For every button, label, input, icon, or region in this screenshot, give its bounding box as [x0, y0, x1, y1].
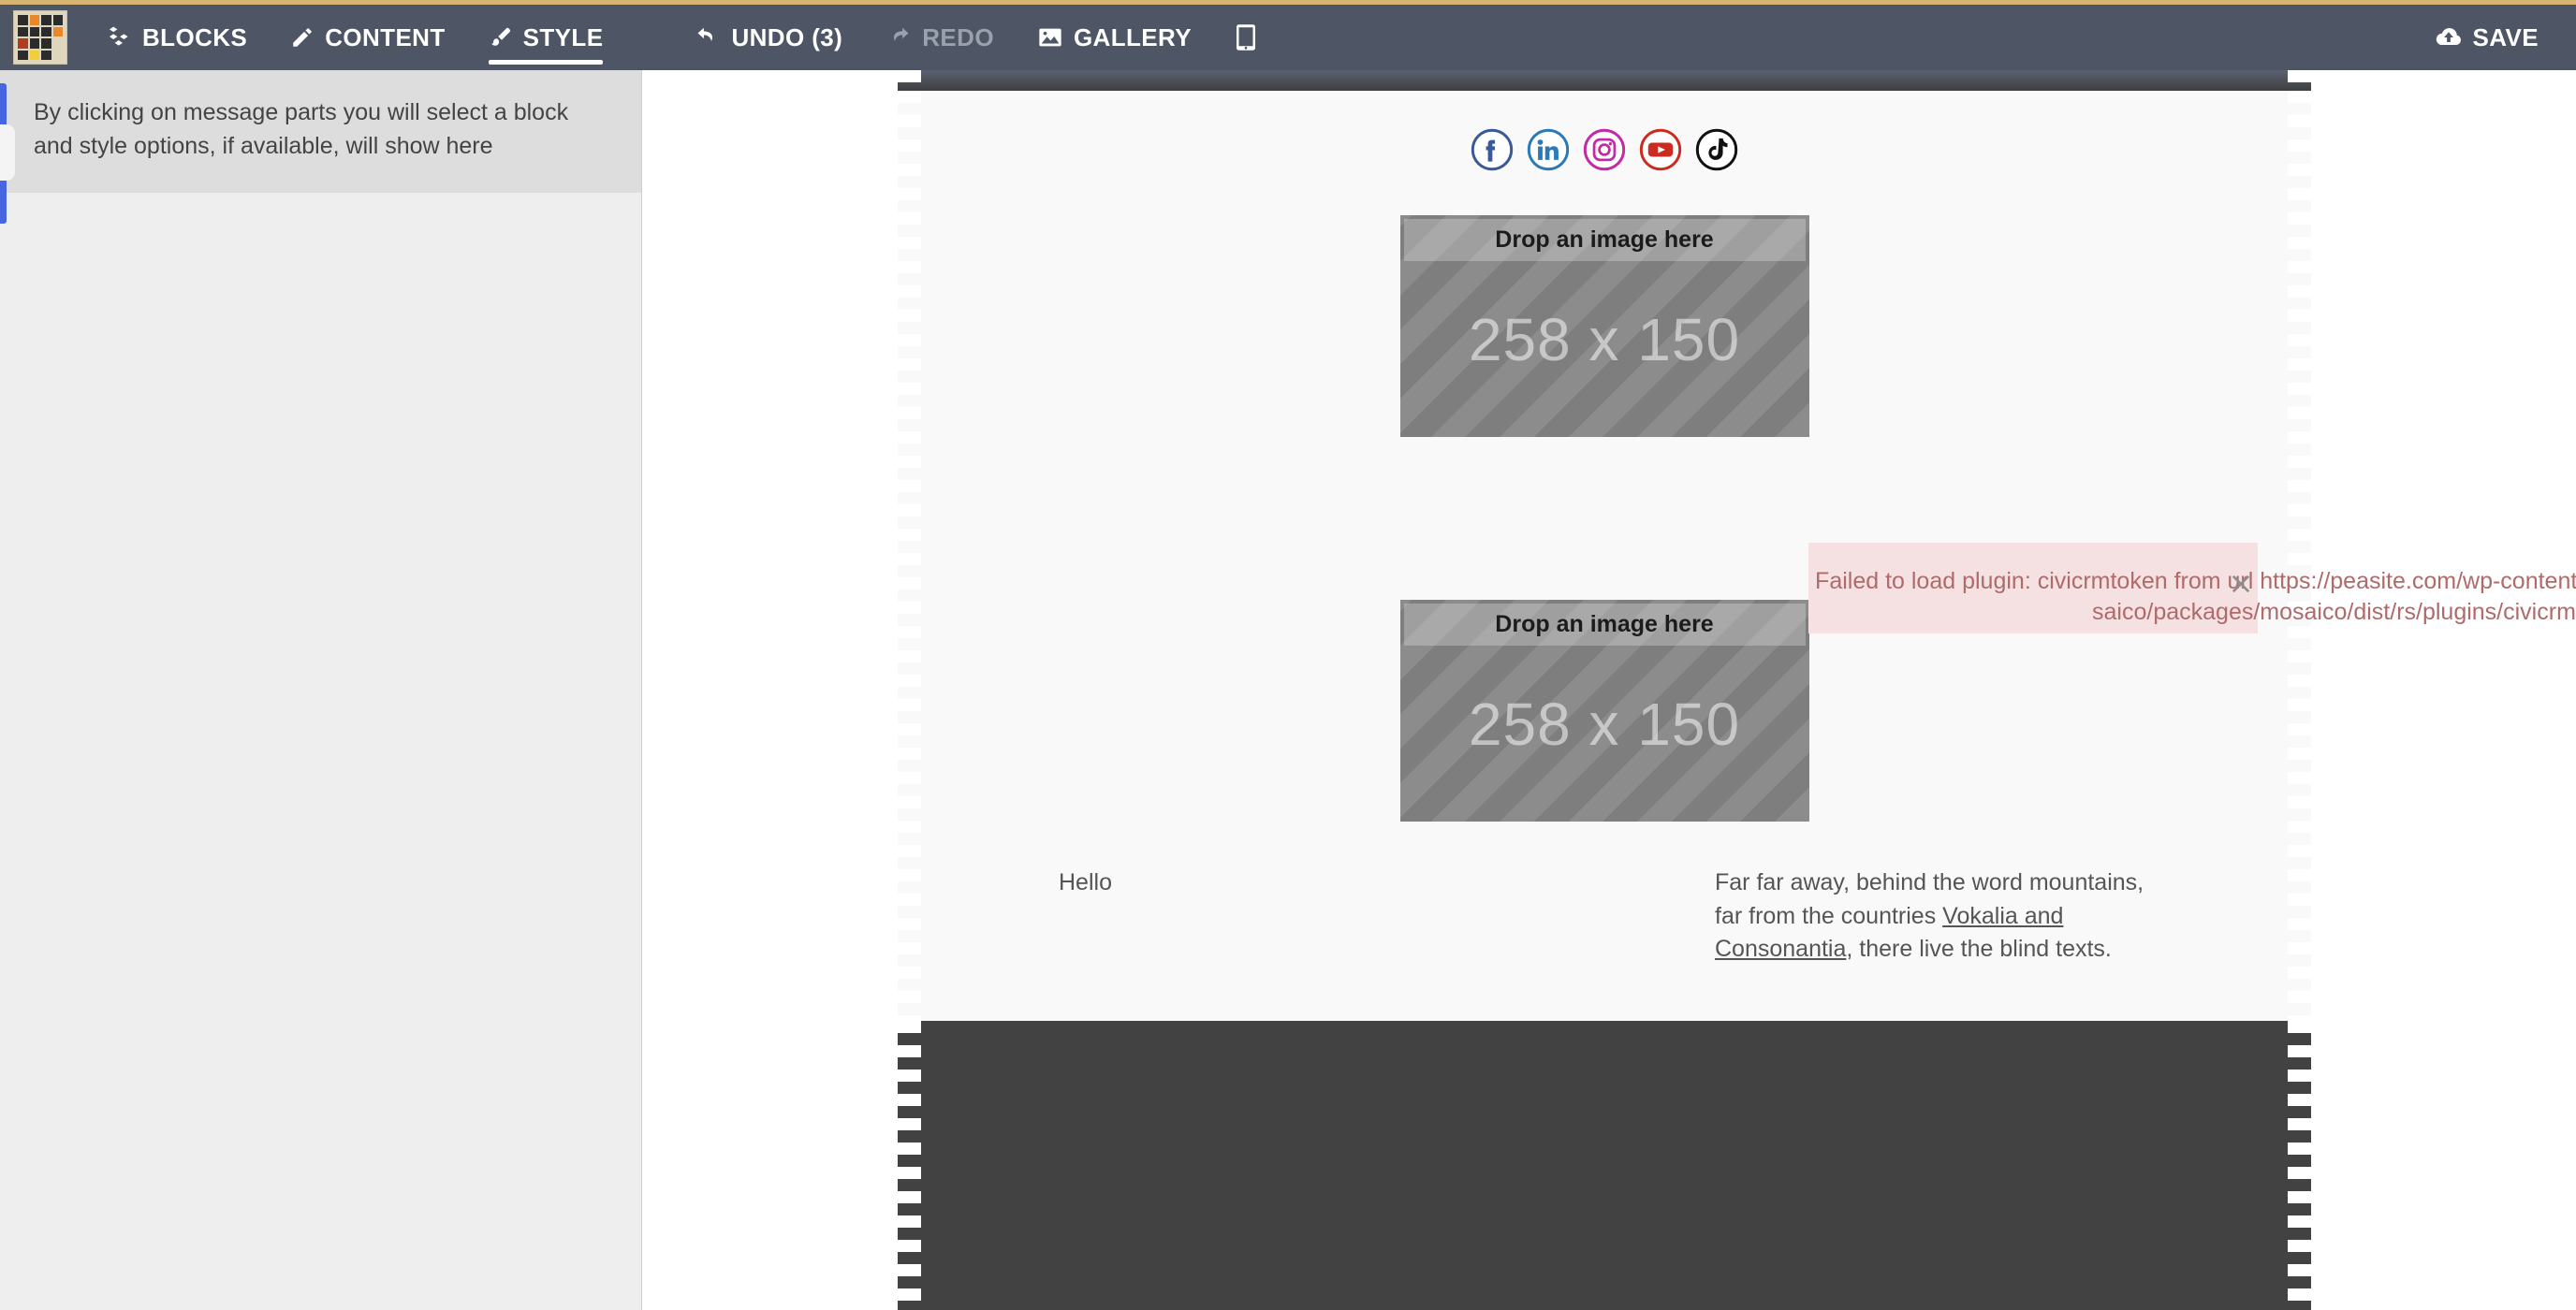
social-icons-row[interactable] — [898, 91, 2311, 191]
save-button[interactable]: SAVE — [2413, 5, 2576, 70]
instagram-icon[interactable] — [1583, 128, 1626, 176]
zigzag-edge-left — [897, 1020, 921, 1310]
linkedin-icon[interactable] — [1527, 128, 1570, 176]
message-header-band[interactable] — [897, 70, 2312, 91]
redo-label: REDO — [922, 22, 994, 51]
blocks-icon — [106, 24, 132, 51]
undo-label: UNDO (3) — [731, 22, 843, 51]
image-dimensions-label: 258 x 150 — [1468, 305, 1741, 373]
drop-image-label: Drop an image here — [1403, 604, 1806, 646]
text-column-right[interactable]: Far far away, behind the word mountains,… — [1604, 866, 2311, 967]
tab-content[interactable]: CONTENT — [269, 5, 466, 70]
tab-content-label: CONTENT — [325, 22, 446, 51]
image-icon — [1037, 24, 1063, 51]
zigzag-edge-right — [2288, 70, 2312, 91]
style-sidebar: By clicking on message parts you will se… — [0, 70, 642, 1310]
main-toolbar: BLOCKS CONTENT STYLE UNDO (3) REDO GALLE… — [0, 5, 2576, 70]
mosaico-logo[interactable] — [13, 10, 67, 65]
brush-icon — [489, 25, 513, 50]
tab-blocks[interactable]: BLOCKS — [84, 5, 269, 70]
sidebar-rail-handle[interactable] — [0, 124, 15, 181]
redo-button[interactable]: REDO — [864, 5, 1016, 70]
zigzag-edge-left — [897, 70, 921, 91]
image-dimensions-label: 258 x 150 — [1468, 690, 1741, 758]
gallery-label: GALLERY — [1073, 22, 1192, 51]
tab-style-label: STYLE — [522, 22, 604, 51]
right-column-text-part2: , there live the blind texts. — [1846, 936, 2112, 962]
zigzag-edge-right — [2288, 1020, 2312, 1310]
two-column-text-block[interactable]: Hello Far far away, behind the word moun… — [898, 822, 2311, 967]
undo-icon — [695, 24, 721, 51]
plugin-error-message: Failed to load plugin: civicrmtoken from… — [1813, 566, 2576, 629]
email-canvas[interactable]: Drop an image here 258 x 150 Drop an ima… — [643, 70, 2576, 1310]
mobile-preview-toggle[interactable] — [1213, 5, 1279, 70]
left-column-text: Hello — [1059, 869, 1112, 895]
undo-button[interactable]: UNDO (3) — [673, 5, 864, 70]
save-label: SAVE — [2472, 22, 2539, 51]
pencil-icon — [290, 25, 315, 50]
tab-style[interactable]: STYLE — [467, 5, 625, 70]
image-placeholder[interactable]: Drop an image here 258 x 150 — [1399, 215, 1809, 437]
message-footer-band[interactable] — [897, 1020, 2312, 1310]
cloud-upload-icon — [2435, 26, 2463, 49]
text-column-left[interactable]: Hello — [898, 866, 1604, 967]
tiktok-icon[interactable] — [1695, 128, 1738, 176]
right-column-text-part1: Far far away, behind the word mountains,… — [1715, 869, 2144, 929]
gallery-button[interactable]: GALLERY — [1016, 5, 1213, 70]
drop-image-label: Drop an image here — [1403, 219, 1806, 261]
email-message: Drop an image here 258 x 150 Drop an ima… — [897, 70, 2312, 1310]
image-placeholder[interactable]: Drop an image here 258 x 150 — [1399, 600, 1809, 822]
mobile-preview-icon — [1235, 23, 1257, 51]
error-prefix: Failed to load plugin: civicrmtoken from… — [1815, 568, 2369, 594]
redo-icon — [886, 24, 912, 51]
youtube-icon[interactable] — [1639, 128, 1682, 176]
sidebar-empty-note: By clicking on message parts you will se… — [0, 70, 641, 193]
tab-blocks-label: BLOCKS — [142, 22, 248, 51]
facebook-icon[interactable] — [1471, 128, 1514, 176]
